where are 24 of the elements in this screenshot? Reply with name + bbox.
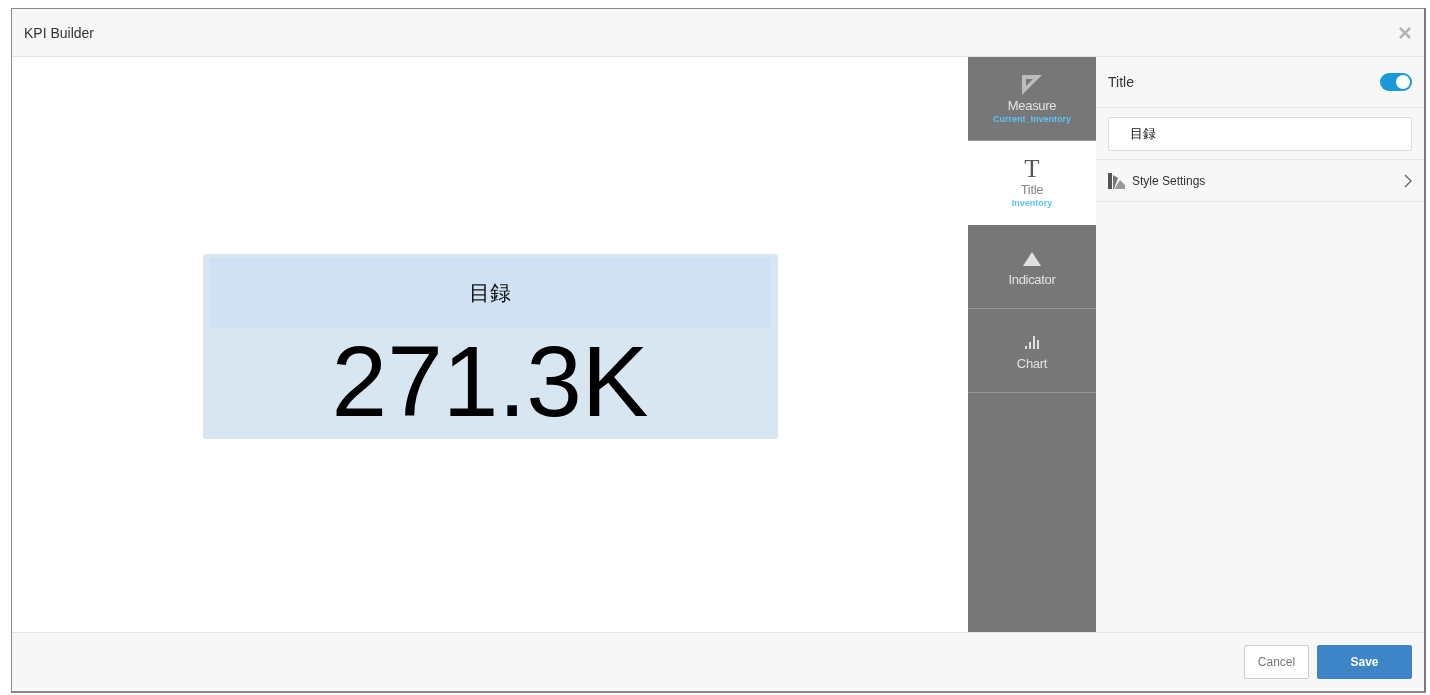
tab-label: Chart [1016,355,1048,371]
tab-label: Indicator [1008,271,1056,287]
chevron-right-icon [1404,173,1412,188]
title-toggle[interactable] [1380,73,1412,91]
tab-sublabel: Current_Inventory [993,114,1071,124]
title-label: Title [1108,74,1134,90]
triangle-icon [1023,251,1041,266]
close-icon [1399,26,1411,39]
style-settings-row[interactable]: Style Settings [1096,160,1424,202]
bar-chart-icon [1025,336,1039,349]
close-button[interactable] [1398,25,1412,40]
dialog-title: KPI Builder [24,24,95,41]
tab-sublabel: Inventory [1011,198,1053,208]
kpi-title: 目録 [469,280,511,307]
swatch-fan-icon [1108,172,1125,189]
save-button[interactable]: Save [1317,645,1412,679]
tab-label: Measure [1007,98,1057,113]
cancel-button[interactable]: Cancel [1244,645,1309,679]
kpi-value: 271.3K [331,330,649,431]
tab-label: Title [1020,182,1044,197]
nav-tab[interactable]: T Title Inventory [968,141,1096,225]
text-icon: T [1024,157,1040,181]
title-input[interactable]: 目録 [1108,116,1412,151]
style-settings-label: Style Settings [1132,173,1207,188]
